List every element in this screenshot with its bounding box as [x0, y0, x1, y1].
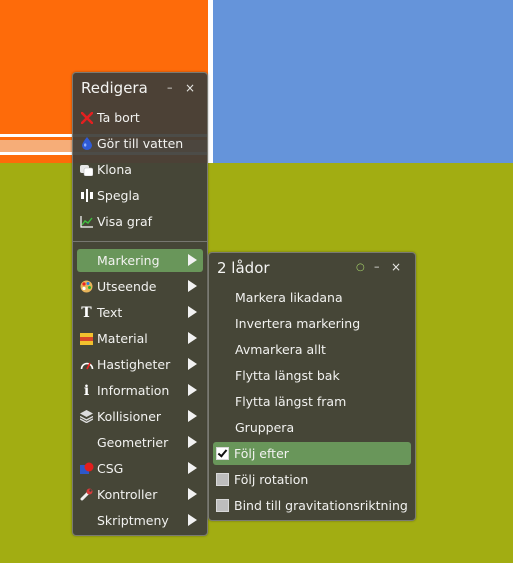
chevron-right-icon [188, 332, 197, 344]
submenu-markering[interactable]: Markering [77, 249, 203, 272]
edit-menu: Redigera – × Ta bort Gör till vatten Klo… [72, 72, 208, 536]
checkbox-folj-efter[interactable]: Följ efter [213, 442, 411, 465]
checkbox-checked-icon[interactable] [216, 447, 229, 460]
minimize-button[interactable]: – [374, 261, 380, 273]
checkbox-unchecked-icon[interactable] [216, 499, 229, 512]
close-button[interactable]: × [391, 261, 401, 273]
selection-menu-title: 2 lådor [217, 259, 270, 277]
info-icon: i [83, 382, 90, 399]
menu-divider [73, 241, 207, 242]
minimize-button[interactable]: – [167, 82, 173, 94]
chevron-right-icon [188, 280, 197, 292]
red-x-icon [79, 110, 94, 125]
selection-menu: 2 lådor ○ – × Markera likadana Invertera… [208, 252, 416, 521]
chevron-right-icon [188, 488, 197, 500]
material-icon [79, 331, 94, 346]
action-ta-bort[interactable]: Ta bort [77, 106, 203, 129]
menu-item-invertera-markering[interactable]: Invertera markering [213, 312, 411, 335]
chevron-right-icon [188, 306, 197, 318]
speedometer-icon [79, 357, 94, 372]
close-button[interactable]: × [185, 82, 195, 94]
clone-icon [79, 162, 94, 177]
action-spegla[interactable]: Spegla [77, 184, 203, 207]
submenu-utseende[interactable]: Utseende [77, 275, 203, 298]
checkbox-folj-rotation[interactable]: Följ rotation [213, 468, 411, 491]
action-klona[interactable]: Klona [77, 158, 203, 181]
menu-item-markera-likadana[interactable]: Markera likadana [213, 286, 411, 309]
submenu-information[interactable]: i Information [77, 379, 203, 402]
menu-item-gruppera[interactable]: Gruppera [213, 416, 411, 439]
text-icon: T [81, 304, 92, 321]
blue-box[interactable] [213, 0, 513, 163]
menu-item-flytta-langst-bak[interactable]: Flytta längst bak [213, 364, 411, 387]
water-drop-icon [79, 136, 94, 151]
submenu-kontroller[interactable]: Kontroller [77, 483, 203, 506]
checkbox-bind-till-gravitationsriktning[interactable]: Bind till gravitationsriktning [213, 494, 411, 517]
mirror-icon [79, 188, 94, 203]
submenu-skriptmeny[interactable]: Skriptmeny [77, 509, 203, 532]
chevron-right-icon [188, 410, 197, 422]
submenu-csg[interactable]: CSG [77, 457, 203, 480]
palette-icon [79, 279, 94, 294]
chevron-right-icon [188, 514, 197, 526]
action-visa-graf[interactable]: Visa graf [77, 210, 203, 233]
submenu-hastigheter[interactable]: Hastigheter [77, 353, 203, 376]
submenu-geometrier[interactable]: Geometrier [77, 431, 203, 454]
action-gor-till-vatten[interactable]: Gör till vatten [77, 132, 203, 155]
chevron-right-icon [188, 462, 197, 474]
submenu-text[interactable]: T Text [77, 301, 203, 324]
submenu-material[interactable]: Material [77, 327, 203, 350]
checkbox-unchecked-icon[interactable] [216, 473, 229, 486]
chevron-right-icon [188, 358, 197, 370]
csg-icon [79, 461, 94, 476]
graph-icon [79, 214, 94, 229]
wrench-icon [79, 487, 94, 502]
chevron-right-icon [188, 436, 197, 448]
menu-item-flytta-langst-fram[interactable]: Flytta längst fram [213, 390, 411, 413]
edit-menu-title: Redigera [81, 79, 148, 97]
chevron-right-icon [188, 384, 197, 396]
chevron-right-icon [188, 254, 197, 266]
layers-icon [79, 409, 94, 424]
pin-button[interactable]: ○ [356, 262, 365, 274]
menu-item-avmarkera-allt[interactable]: Avmarkera allt [213, 338, 411, 361]
submenu-kollisioner[interactable]: Kollisioner [77, 405, 203, 428]
